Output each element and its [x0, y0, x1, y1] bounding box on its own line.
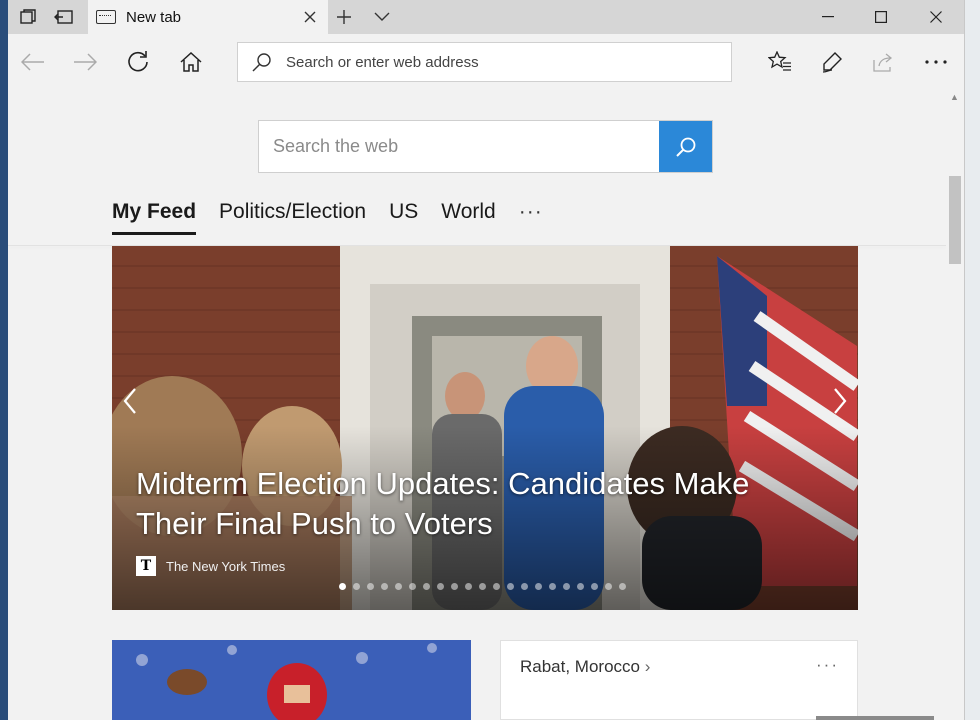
carousel-dot[interactable] — [479, 583, 486, 590]
set-tabs-aside-icon[interactable] — [50, 0, 78, 34]
web-search-input[interactable] — [259, 121, 659, 172]
forward-button[interactable] — [67, 44, 103, 80]
carousel-next-icon[interactable] — [824, 381, 856, 421]
refresh-button[interactable] — [120, 44, 156, 80]
search-icon — [238, 52, 286, 72]
carousel-dot[interactable] — [381, 583, 388, 590]
carousel-dot[interactable] — [409, 583, 416, 590]
tab-my-feed[interactable]: My Feed — [112, 200, 197, 235]
carousel-dot[interactable] — [339, 583, 346, 590]
web-note-button[interactable] — [814, 44, 850, 80]
tab-new-tab[interactable]: New tab — [88, 0, 328, 34]
back-button[interactable] — [15, 44, 51, 80]
tab-politics-election[interactable]: Politics/Election — [219, 200, 366, 232]
carousel-prev-icon[interactable] — [114, 381, 146, 421]
carousel-dot[interactable] — [367, 583, 374, 590]
new-tab-page: My Feed Politics/Election US World ··· — [8, 90, 964, 720]
tab-us[interactable]: US — [389, 200, 418, 232]
home-button[interactable] — [173, 44, 209, 80]
new-tab-plus-icon[interactable] — [331, 0, 357, 34]
sports-story-card[interactable] — [112, 640, 471, 720]
sports-photo — [112, 640, 471, 720]
address-input[interactable] — [286, 53, 686, 71]
close-tab-icon[interactable] — [300, 7, 320, 27]
carousel-dot[interactable] — [535, 583, 542, 590]
carousel-dot[interactable] — [437, 583, 444, 590]
nyt-logo-icon: T — [136, 556, 156, 576]
carousel-dot[interactable] — [605, 583, 612, 590]
settings-more-button[interactable] — [918, 44, 954, 80]
maximize-button[interactable] — [861, 0, 901, 34]
carousel-dot[interactable] — [451, 583, 458, 590]
desktop-left-edge — [0, 0, 8, 720]
minimize-button[interactable] — [808, 0, 848, 34]
tab-world[interactable]: World — [441, 200, 495, 232]
carousel-dot[interactable] — [619, 583, 626, 590]
tab-preview-chevron-icon[interactable] — [369, 0, 395, 34]
carousel-dot[interactable] — [465, 583, 472, 590]
hero-source-name: The New York Times — [166, 558, 286, 574]
hero-source: T The New York Times — [136, 556, 285, 576]
browser-window: New tab Search or enter web address Sear… — [8, 0, 964, 720]
carousel-dot[interactable] — [521, 583, 528, 590]
share-button[interactable] — [866, 44, 902, 80]
web-search-box — [258, 120, 713, 173]
feed-tabs: My Feed Politics/Election US World ··· — [112, 200, 543, 240]
address-bar[interactable] — [237, 42, 732, 82]
desktop-right-edge — [964, 0, 980, 720]
carousel-dot[interactable] — [577, 583, 584, 590]
carousel-dot[interactable] — [591, 583, 598, 590]
carousel-dot[interactable] — [395, 583, 402, 590]
web-search-button[interactable] — [659, 121, 712, 172]
scroll-thumb[interactable] — [949, 176, 961, 264]
favorites-button[interactable] — [762, 44, 798, 80]
hero-carousel[interactable]: Midterm Election Updates: Candidates Mak… — [112, 246, 858, 610]
scroll-up-icon[interactable]: ▲ — [950, 92, 959, 102]
navigation-bar — [8, 34, 964, 90]
more-tabs-button[interactable]: ··· — [519, 200, 543, 224]
weather-card[interactable]: Rabat, Morocco › ··· — [500, 640, 858, 720]
hero-headline[interactable]: Midterm Election Updates: Candidates Mak… — [136, 464, 816, 544]
carousel-dot[interactable] — [423, 583, 430, 590]
carousel-dots — [339, 583, 626, 590]
weather-location[interactable]: Rabat, Morocco › — [520, 657, 650, 677]
weather-more-button[interactable]: ··· — [816, 655, 839, 675]
carousel-dot[interactable] — [493, 583, 500, 590]
carousel-dot[interactable] — [549, 583, 556, 590]
tab-title: New tab — [126, 8, 182, 26]
carousel-dot[interactable] — [353, 583, 360, 590]
new-tab-page-icon — [96, 10, 116, 24]
chevron-right-icon: › — [644, 657, 651, 676]
page-scrollbar[interactable]: ▲ — [946, 90, 964, 720]
horizontal-indicator — [816, 716, 934, 720]
title-bar: New tab — [8, 0, 964, 34]
tab-manager-icon[interactable] — [14, 0, 42, 34]
carousel-dot[interactable] — [563, 583, 570, 590]
search-icon — [675, 137, 695, 157]
carousel-dot[interactable] — [507, 583, 514, 590]
weather-location-label: Rabat, Morocco — [520, 657, 640, 676]
close-window-button[interactable] — [916, 0, 956, 34]
